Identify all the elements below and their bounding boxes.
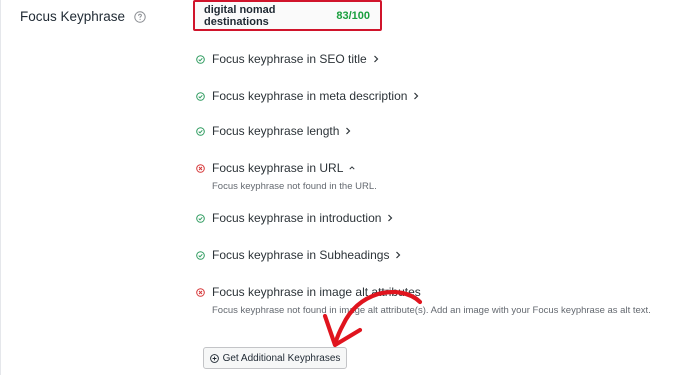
check-item[interactable]: Focus keyphrase in meta description — [196, 89, 419, 103]
check-label: Focus keyphrase in meta description — [212, 89, 408, 103]
check-circle-icon — [196, 126, 205, 136]
check-circle-icon — [196, 91, 205, 101]
check-item[interactable]: Focus keyphrase in image alt attributes — [196, 285, 421, 299]
x-circle-icon — [196, 163, 205, 173]
check-circle-icon — [196, 213, 205, 223]
chevron-right-icon[interactable] — [345, 127, 351, 135]
check-item[interactable]: Focus keyphrase in Subheadings — [196, 248, 401, 262]
check-description: Focus keyphrase not found in image alt a… — [212, 305, 651, 316]
check-item[interactable]: Focus keyphrase in SEO title — [196, 52, 379, 66]
question-circle-icon[interactable] — [134, 10, 146, 23]
chevron-up-icon[interactable] — [349, 164, 355, 172]
check-label: Focus keyphrase in introduction — [212, 211, 382, 225]
chevron-right-icon[interactable] — [413, 92, 419, 100]
panel-left-border — [0, 0, 1, 375]
field-label-text: Focus Keyphrase — [20, 9, 126, 24]
focus-keyphrase-field-label: Focus Keyphrase — [20, 9, 146, 24]
chevron-right-icon[interactable] — [387, 214, 393, 222]
keyphrase-score: 83/100 — [336, 9, 370, 22]
check-label: Focus keyphrase in image alt attributes — [212, 285, 421, 299]
get-additional-keyphrases-label: Get Additional Keyphrases — [222, 352, 341, 364]
get-additional-keyphrases-button[interactable]: Get Additional Keyphrases — [203, 347, 347, 369]
check-item[interactable]: Focus keyphrase in introduction — [196, 211, 393, 225]
check-circle-icon — [196, 54, 205, 64]
chevron-right-icon[interactable] — [373, 55, 379, 63]
check-circle-icon — [196, 250, 205, 260]
check-label: Focus keyphrase length — [212, 124, 340, 138]
keyphrase-value: digital nomad destinations — [204, 3, 276, 28]
x-circle-icon — [196, 287, 205, 297]
focus-keyphrase-input[interactable]: digital nomad destinations 83/100 — [193, 0, 382, 31]
check-item[interactable]: Focus keyphrase in URL — [196, 161, 355, 175]
check-description: Focus keyphrase not found in the URL. — [212, 181, 377, 192]
check-label: Focus keyphrase in URL — [212, 161, 344, 175]
chevron-right-icon[interactable] — [395, 251, 401, 259]
check-label: Focus keyphrase in SEO title — [212, 52, 367, 66]
check-label: Focus keyphrase in Subheadings — [212, 248, 390, 262]
plus-circle-icon — [209, 353, 219, 363]
check-item[interactable]: Focus keyphrase length — [196, 124, 351, 138]
